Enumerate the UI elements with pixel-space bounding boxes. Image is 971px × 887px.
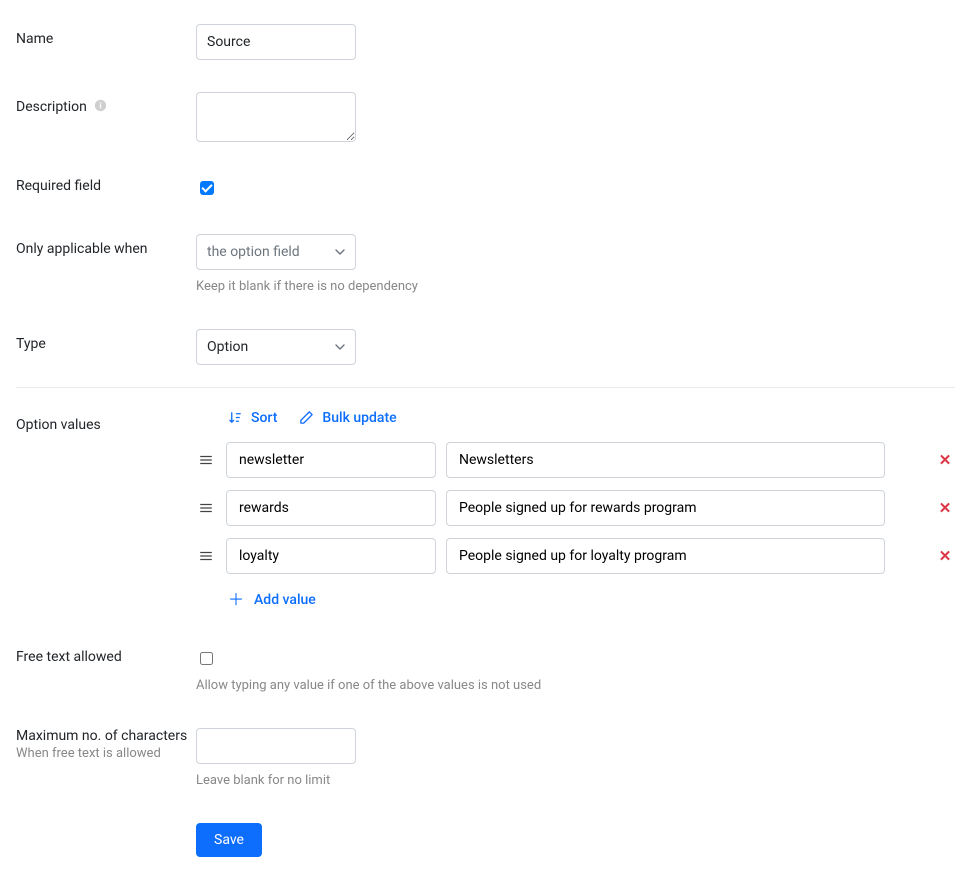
row-max-chars: Maximum no. of characters When free text…	[16, 728, 955, 791]
label-free-text: Free text allowed	[16, 649, 196, 665]
drag-handle-icon[interactable]	[196, 453, 216, 467]
delete-icon[interactable]: ✕	[935, 547, 955, 565]
max-chars-helper: Leave blank for no limit	[196, 772, 955, 791]
row-name: Name	[16, 24, 955, 60]
sort-icon	[228, 410, 243, 425]
info-icon	[94, 99, 107, 116]
option-desc-input[interactable]	[446, 538, 885, 574]
option-key-input[interactable]	[226, 538, 436, 574]
option-value-row: ✕	[196, 538, 955, 574]
chevron-down-icon	[335, 247, 345, 257]
sort-button[interactable]: Sort	[228, 410, 277, 426]
label-name: Name	[16, 24, 196, 47]
only-when-select[interactable]: the option field	[196, 234, 356, 270]
delete-icon[interactable]: ✕	[935, 499, 955, 517]
row-required: Required field	[16, 178, 955, 202]
add-value-button[interactable]: ＋ Add value	[228, 592, 316, 608]
type-select[interactable]: Option	[196, 329, 356, 365]
only-when-helper: Keep it blank if there is no dependency	[196, 278, 446, 297]
delete-icon[interactable]: ✕	[935, 451, 955, 469]
drag-handle-icon[interactable]	[196, 501, 216, 515]
drag-handle-icon[interactable]	[196, 549, 216, 563]
required-checkbox[interactable]	[200, 181, 214, 195]
option-value-row: ✕	[196, 490, 955, 526]
max-chars-input[interactable]	[196, 728, 356, 764]
option-desc-input[interactable]	[446, 442, 885, 478]
row-save: Save	[16, 823, 955, 857]
option-value-row: ✕	[196, 442, 955, 478]
option-key-input[interactable]	[226, 442, 436, 478]
free-text-checkbox[interactable]	[200, 652, 213, 665]
label-option-values: Option values	[16, 410, 196, 433]
row-type: Type Option	[16, 329, 955, 365]
option-desc-input[interactable]	[446, 490, 885, 526]
label-description: Description	[16, 92, 196, 116]
option-key-input[interactable]	[226, 490, 436, 526]
row-only-when: Only applicable when the option field Ke…	[16, 234, 955, 297]
option-values-list: ✕ ✕ ✕	[196, 442, 955, 574]
bulk-update-button[interactable]: Bulk update	[299, 410, 396, 426]
label-only-when: Only applicable when	[16, 234, 196, 257]
pencil-icon	[299, 410, 314, 425]
label-max-chars: Maximum no. of characters When free text…	[16, 728, 196, 761]
label-required: Required field	[16, 178, 196, 194]
chevron-down-icon	[335, 342, 345, 352]
divider	[16, 387, 955, 388]
label-type: Type	[16, 329, 196, 352]
save-button[interactable]: Save	[196, 823, 262, 857]
row-option-values: Option values Sort Bulk update	[16, 410, 955, 609]
row-free-text: Free text allowed Allow typing any value…	[16, 649, 955, 696]
row-description: Description	[16, 92, 955, 146]
plus-icon: ＋	[228, 592, 244, 608]
option-values-toolbar: Sort Bulk update	[228, 410, 955, 426]
name-input[interactable]	[196, 24, 356, 60]
free-text-helper: Allow typing any value if one of the abo…	[196, 677, 955, 696]
description-input[interactable]	[196, 92, 356, 142]
